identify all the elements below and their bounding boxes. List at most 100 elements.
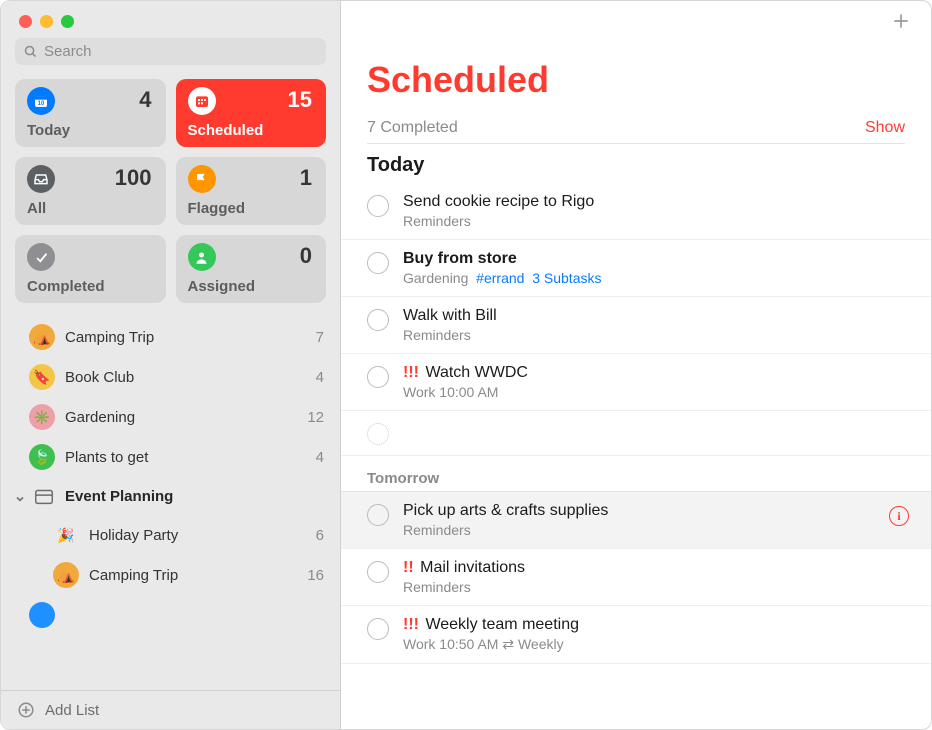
inbox-icon <box>27 165 55 193</box>
calendar-today-icon: 10 <box>27 87 55 115</box>
list-count: 6 <box>316 527 324 544</box>
smart-assigned-count: 0 <box>300 243 312 269</box>
smart-flagged-count: 1 <box>300 165 312 191</box>
reminder-row[interactable]: Pick up arts & crafts supplies Reminders… <box>341 492 931 549</box>
minimize-window-button[interactable] <box>40 15 53 28</box>
reminder-row[interactable]: !! Mail invitations Reminders <box>341 549 931 606</box>
complete-toggle[interactable] <box>367 423 389 445</box>
reminder-title: Mail invitations <box>420 559 525 576</box>
group-name: Event Planning <box>65 488 173 505</box>
smart-all-count: 100 <box>115 165 152 191</box>
reminder-meta: Reminders <box>403 213 905 229</box>
fullscreen-window-button[interactable] <box>61 15 74 28</box>
smart-assigned-label: Assigned <box>188 278 315 295</box>
smart-flagged-label: Flagged <box>188 200 315 217</box>
reminder-title: Watch WWDC <box>425 364 528 381</box>
search-icon <box>23 44 38 59</box>
page-title: Scheduled <box>367 59 905 101</box>
list-item[interactable]: 🍃 Plants to get 4 <box>5 437 336 477</box>
list-icon: 🔖 <box>29 364 55 390</box>
show-completed-button[interactable]: Show <box>865 119 905 137</box>
list-group[interactable]: ⌄ Event Planning <box>5 477 336 515</box>
reminder-meta: Work 10:50 AM ⇄ Weekly <box>403 636 905 653</box>
section-heading: Today <box>341 144 931 183</box>
smart-completed[interactable]: Completed <box>15 235 166 303</box>
list-icon: ⛺ <box>53 562 79 588</box>
list-icon: 🍃 <box>29 444 55 470</box>
my-lists: ⛺ Camping Trip 7 🔖 Book Club 4 ✳️ Garden… <box>1 317 340 690</box>
reminder-row[interactable]: Buy from store Gardening #errand 3 Subta… <box>341 240 931 297</box>
search-input[interactable]: Search <box>15 38 326 65</box>
list-item[interactable]: 🔖 Book Club 4 <box>5 357 336 397</box>
plus-icon <box>891 11 911 31</box>
list-icon: ✳️ <box>29 404 55 430</box>
list-name: Holiday Party <box>89 527 306 544</box>
reminder-meta: Gardening #errand 3 Subtasks <box>403 270 905 286</box>
list-item[interactable]: 🎉 Holiday Party 6 <box>5 515 336 555</box>
smart-assigned[interactable]: 0 Assigned <box>176 235 327 303</box>
complete-toggle[interactable] <box>367 195 389 217</box>
svg-text:10: 10 <box>38 101 45 107</box>
info-button[interactable]: i <box>889 506 909 526</box>
reminder-row[interactable]: !!! Weekly team meeting Work 10:50 AM ⇄ … <box>341 606 931 664</box>
chevron-down-icon: ⌄ <box>13 487 27 505</box>
sidebar: Search 10 4 Today 15 Scheduled <box>1 1 341 729</box>
smart-scheduled-count: 15 <box>288 87 312 113</box>
smart-today-count: 4 <box>139 87 151 113</box>
person-icon <box>188 243 216 271</box>
main-pane: Scheduled 7 Completed Show Today Send co… <box>341 1 931 729</box>
plus-circle-icon <box>17 701 35 719</box>
checkmark-icon <box>27 243 55 271</box>
smart-all[interactable]: 100 All <box>15 157 166 225</box>
priority-badge: !! <box>403 559 414 576</box>
list-item[interactable] <box>5 595 336 635</box>
list-name: Gardening <box>65 409 297 426</box>
complete-toggle[interactable] <box>367 561 389 583</box>
reminder-title: Weekly team meeting <box>425 616 579 633</box>
reminder-title: Buy from store <box>403 250 517 267</box>
close-window-button[interactable] <box>19 15 32 28</box>
reminder-row[interactable]: Send cookie recipe to Rigo Reminders <box>341 183 931 240</box>
list-item[interactable]: ⛺ Camping Trip 16 <box>5 555 336 595</box>
priority-badge: !!! <box>403 364 419 381</box>
list-item[interactable]: ⛺ Camping Trip 7 <box>5 317 336 357</box>
smart-today[interactable]: 10 4 Today <box>15 79 166 147</box>
priority-badge: !!! <box>403 616 419 633</box>
list-name: Camping Trip <box>65 329 306 346</box>
new-reminder-placeholder[interactable] <box>341 411 931 456</box>
reminder-subtasks[interactable]: 3 Subtasks <box>532 270 601 286</box>
list-name: Plants to get <box>65 449 306 466</box>
list-count: 7 <box>316 329 324 346</box>
complete-toggle[interactable] <box>367 504 389 526</box>
complete-toggle[interactable] <box>367 366 389 388</box>
reminder-row[interactable]: !!! Watch WWDC Work 10:00 AM <box>341 354 931 411</box>
list-count: 4 <box>316 369 324 386</box>
reminder-meta: Reminders <box>403 579 905 595</box>
new-reminder-button[interactable] <box>891 11 911 37</box>
smart-lists-grid: 10 4 Today 15 Scheduled 100 All <box>1 79 340 317</box>
add-list-button[interactable]: Add List <box>1 690 340 729</box>
list-count: 4 <box>316 449 324 466</box>
list-item[interactable]: ✳️ Gardening 12 <box>5 397 336 437</box>
add-list-label: Add List <box>45 702 99 719</box>
reminder-row[interactable]: Walk with Bill Reminders <box>341 297 931 354</box>
completed-count-label: 7 Completed <box>367 119 458 137</box>
flag-icon <box>188 165 216 193</box>
smart-flagged[interactable]: 1 Flagged <box>176 157 327 225</box>
complete-toggle[interactable] <box>367 618 389 640</box>
reminder-title: Pick up arts & crafts supplies <box>403 502 608 519</box>
search-placeholder: Search <box>44 43 92 60</box>
reminder-title: Walk with Bill <box>403 307 497 324</box>
smart-completed-label: Completed <box>27 278 154 295</box>
complete-toggle[interactable] <box>367 252 389 274</box>
reminder-sections: Today Send cookie recipe to Rigo Reminde… <box>341 144 931 664</box>
window-controls <box>1 1 340 38</box>
reminder-meta: Work 10:00 AM <box>403 384 905 400</box>
list-name: Book Club <box>65 369 306 386</box>
reminder-title: Send cookie recipe to Rigo <box>403 193 594 210</box>
calendar-scheduled-icon <box>188 87 216 115</box>
reminder-tag[interactable]: #errand <box>476 270 524 286</box>
smart-scheduled[interactable]: 15 Scheduled <box>176 79 327 147</box>
smart-scheduled-label: Scheduled <box>188 122 315 139</box>
complete-toggle[interactable] <box>367 309 389 331</box>
